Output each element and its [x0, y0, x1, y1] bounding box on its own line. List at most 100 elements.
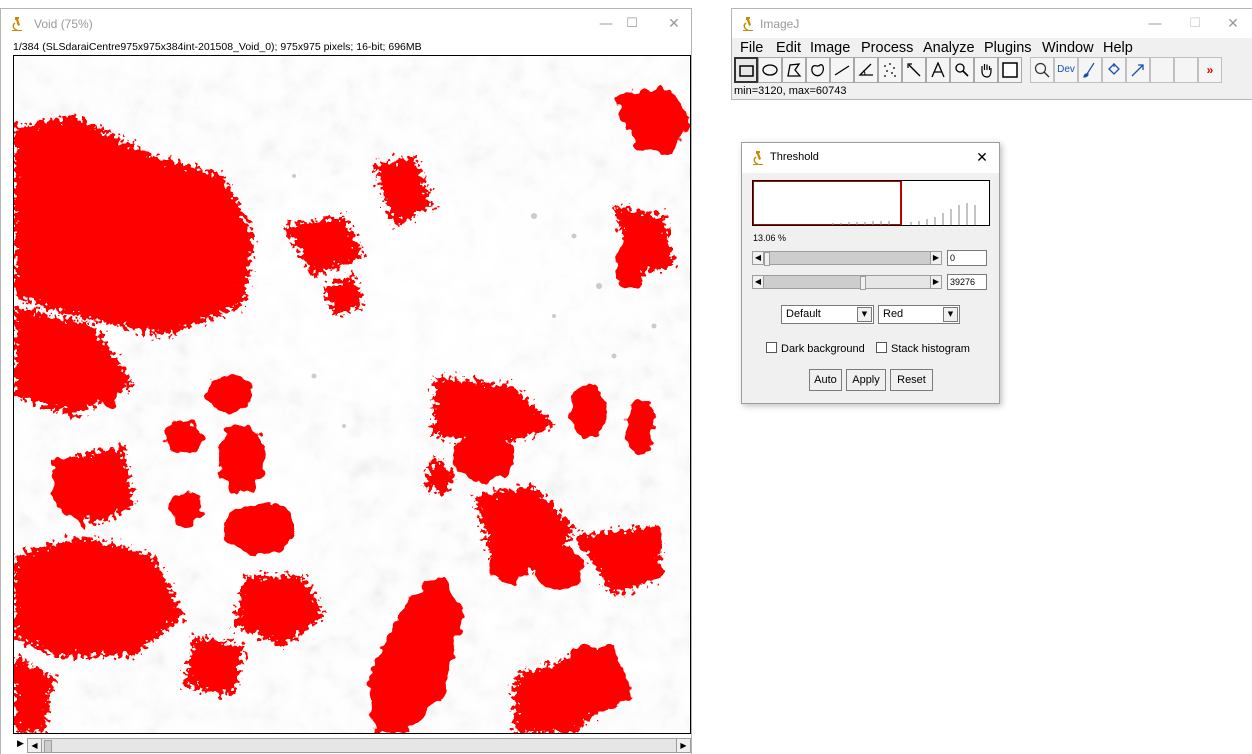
- menu-help[interactable]: Help: [1103, 38, 1133, 58]
- image-info-line: 1/384 (SLSdaraiCentre975x975x384int-2015…: [13, 41, 422, 53]
- menu-analyze[interactable]: Analyze: [923, 38, 975, 58]
- upper-threshold-field[interactable]: 39276: [947, 274, 987, 290]
- stack-histogram-checkbox[interactable]: Stack histogram: [876, 342, 970, 355]
- wand-tool[interactable]: [902, 57, 926, 83]
- scrollbar-thumb[interactable]: [44, 740, 52, 753]
- upper-slider-thumb[interactable]: [860, 276, 866, 290]
- dark-background-checkbox[interactable]: Dark background: [766, 342, 865, 355]
- auto-button[interactable]: Auto: [809, 369, 842, 391]
- imagej-main-window: ImageJ — ☐ ✕ File Edit Image Process Ana…: [731, 8, 1252, 100]
- imagej-titlebar[interactable]: ImageJ — ☐ ✕: [732, 9, 1252, 39]
- search-icon: [1034, 62, 1050, 78]
- checkbox-box[interactable]: [766, 342, 777, 353]
- thresholded-microscopy-image: [14, 56, 690, 733]
- void-titlebar[interactable]: Void (75%) — ☐ ✕: [1, 9, 691, 39]
- histogram-plot: [752, 180, 976, 226]
- freehand-icon: [811, 64, 825, 77]
- void-image-window: Void (75%) — ☐ ✕ 1/384 (SLSdaraiCentre97…: [0, 8, 692, 754]
- oval-icon: [762, 64, 778, 76]
- magnifier-tool[interactable]: [950, 57, 974, 83]
- polygon-icon: [787, 63, 802, 77]
- chevron-down-icon[interactable]: ▼: [857, 307, 872, 322]
- dark-background-label: Dark background: [781, 343, 865, 355]
- more-tools-button[interactable]: »: [1198, 57, 1222, 83]
- empty-tool-slot[interactable]: [1150, 57, 1174, 83]
- brush-tool[interactable]: [1078, 57, 1102, 83]
- stack-histogram-label: Stack histogram: [891, 343, 970, 355]
- threshold-percentage: 13.06 %: [753, 233, 787, 243]
- close-button[interactable]: ✕: [1210, 9, 1252, 39]
- threshold-title: Threshold: [770, 151, 819, 163]
- brush-icon: [1083, 62, 1095, 78]
- arrow-tool[interactable]: [1126, 57, 1150, 83]
- line-icon: [834, 65, 850, 76]
- slice-scrollbar[interactable]: ▶ ◀ ▶: [13, 738, 691, 753]
- scroll-left-button[interactable]: ◀: [27, 738, 42, 753]
- status-bar: min=3120, max=60743: [734, 85, 847, 97]
- line-tool[interactable]: [830, 57, 854, 83]
- slider-right-arrow[interactable]: ▶: [930, 251, 942, 265]
- void-window-title: Void (75%): [34, 17, 93, 31]
- display-value: Red: [883, 308, 904, 320]
- threshold-dialog: Threshold ✕ 13.06 % ◀ ▶ 0 ◀ ▶ 39276 Defa…: [741, 142, 1000, 404]
- lower-threshold-slider[interactable]: ◀ ▶: [752, 251, 942, 266]
- menu-plugins[interactable]: Plugins: [984, 38, 1032, 58]
- text-tool[interactable]: [926, 57, 950, 83]
- menu-process[interactable]: Process: [861, 38, 913, 58]
- flood-fill-tool[interactable]: [1102, 57, 1126, 83]
- hand-tool[interactable]: [974, 57, 998, 83]
- menu-window[interactable]: Window: [1042, 38, 1094, 58]
- color-square-icon: [1002, 62, 1018, 78]
- angle-icon: [858, 63, 873, 76]
- rectangle-tool[interactable]: [734, 57, 758, 83]
- lower-threshold-field[interactable]: 0: [947, 250, 987, 266]
- display-dropdown[interactable]: Red ▼: [878, 305, 960, 324]
- multi-point-icon: [884, 63, 896, 77]
- threshold-histogram: [752, 180, 990, 226]
- magnifying-glass-icon: [955, 63, 969, 77]
- scroll-right-button[interactable]: ▶: [676, 738, 691, 753]
- checkbox-box[interactable]: [876, 342, 887, 353]
- reset-button[interactable]: Reset: [890, 369, 933, 391]
- developer-menu-button[interactable]: Dev: [1054, 57, 1078, 83]
- microscope-icon: [12, 17, 22, 31]
- scrollbar-track[interactable]: [42, 738, 676, 753]
- polygon-tool[interactable]: [782, 57, 806, 83]
- empty-tool-slot[interactable]: [1174, 57, 1198, 83]
- point-tool[interactable]: [878, 57, 902, 83]
- threshold-titlebar[interactable]: Threshold ✕: [742, 143, 999, 173]
- slider-left-arrow[interactable]: ◀: [752, 275, 764, 289]
- slider-right-arrow[interactable]: ▶: [930, 275, 942, 289]
- microscope-icon: [743, 17, 753, 31]
- tool-bar: Dev »: [734, 57, 1252, 85]
- menu-image[interactable]: Image: [810, 38, 850, 58]
- apply-button[interactable]: Apply: [846, 369, 886, 391]
- menu-file[interactable]: File: [740, 38, 763, 58]
- wand-icon: [907, 63, 921, 77]
- lower-slider-thumb[interactable]: [764, 252, 770, 266]
- bucket-icon: [1108, 63, 1120, 75]
- slider-left-arrow[interactable]: ◀: [752, 251, 764, 265]
- angle-tool[interactable]: [854, 57, 878, 83]
- oval-tool[interactable]: [758, 57, 782, 83]
- menu-bar: File Edit Image Process Analyze Plugins …: [732, 38, 1252, 58]
- close-button[interactable]: ✕: [964, 143, 1000, 173]
- lower-slider-track[interactable]: [764, 251, 930, 266]
- maximize-button[interactable]: ☐: [609, 9, 655, 39]
- play-animation-icon[interactable]: ▶: [13, 738, 28, 753]
- freehand-tool[interactable]: [806, 57, 830, 83]
- rectangle-icon: [739, 65, 754, 77]
- color-picker-tool[interactable]: [998, 57, 1022, 83]
- microscope-icon: [753, 151, 763, 165]
- zoom-tool[interactable]: [1030, 57, 1054, 83]
- hand-icon: [981, 64, 992, 78]
- upper-threshold-slider[interactable]: ◀ ▶: [752, 275, 942, 290]
- text-icon: [931, 62, 945, 78]
- upper-slider-fill: [764, 276, 860, 288]
- method-dropdown[interactable]: Default ▼: [781, 305, 874, 324]
- image-canvas[interactable]: [13, 55, 691, 734]
- chevron-down-icon[interactable]: ▼: [943, 307, 958, 322]
- upper-slider-track[interactable]: [764, 275, 930, 290]
- menu-edit[interactable]: Edit: [776, 38, 801, 58]
- close-button[interactable]: ✕: [651, 9, 697, 39]
